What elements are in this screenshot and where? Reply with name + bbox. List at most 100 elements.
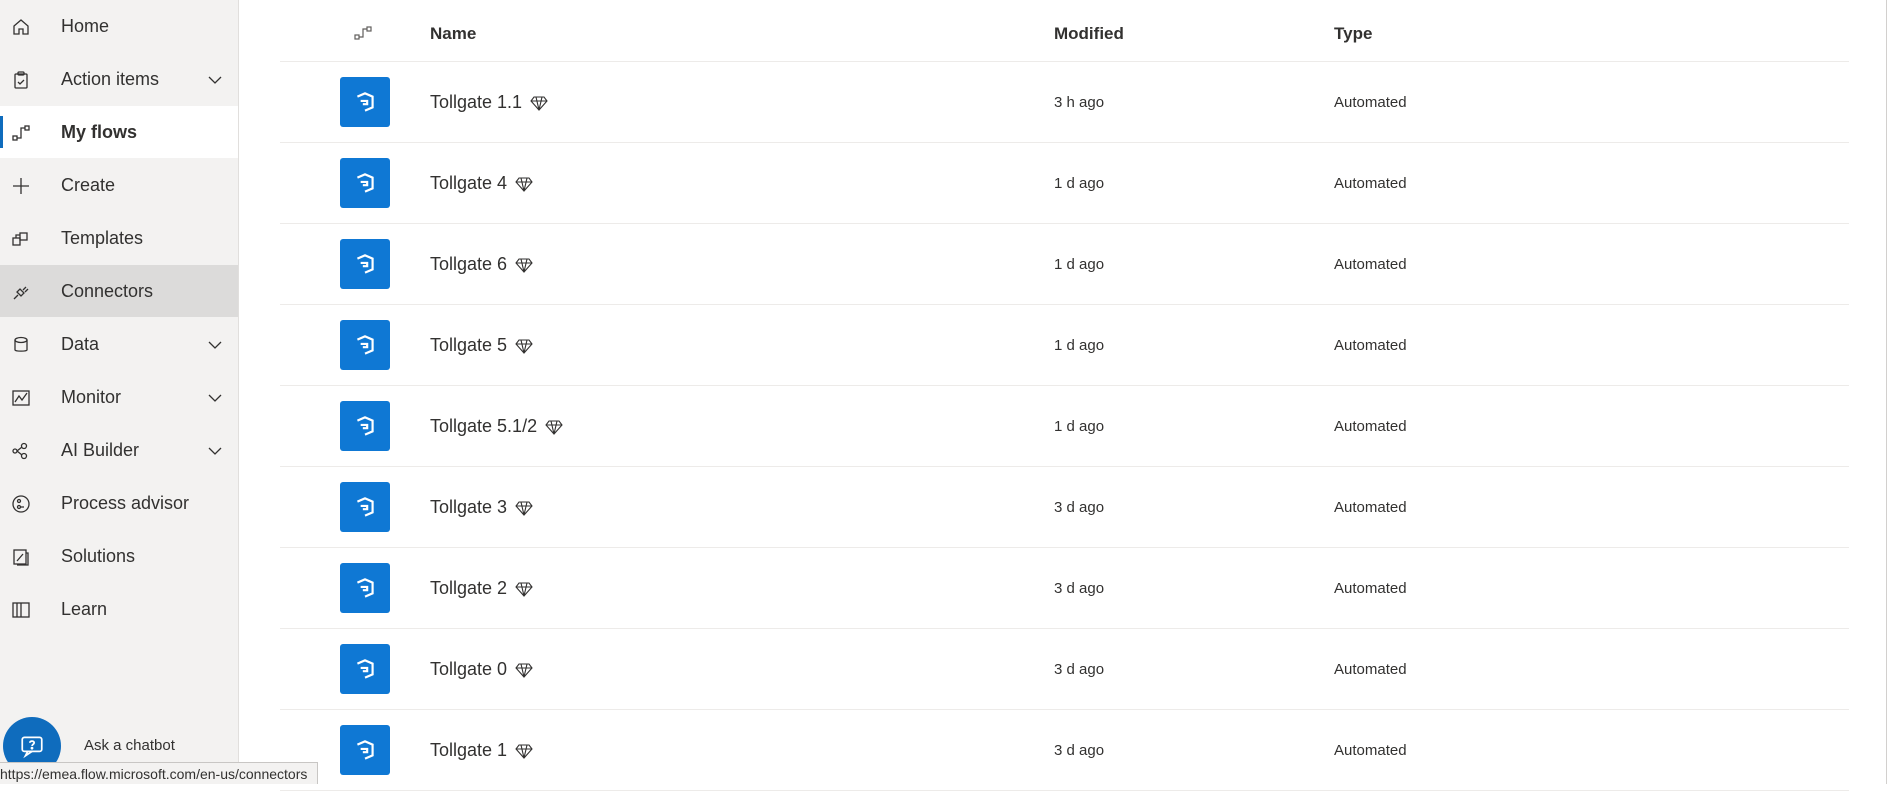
premium-icon bbox=[515, 500, 533, 516]
flow-name[interactable]: Tollgate 0 bbox=[430, 659, 507, 680]
flow-type: Automated bbox=[1334, 661, 1407, 678]
nav-item-ai-builder[interactable]: AI Builder bbox=[0, 424, 238, 476]
flow-name[interactable]: Tollgate 5 bbox=[430, 335, 507, 356]
premium-icon bbox=[515, 743, 533, 759]
flow-icon bbox=[10, 122, 32, 144]
chevron-down-icon[interactable] bbox=[206, 442, 224, 460]
flow-app-icon bbox=[340, 239, 390, 289]
nav-label: Solutions bbox=[61, 545, 136, 566]
nav-item-my-flows[interactable]: My flows bbox=[0, 106, 238, 158]
nav-label: Data bbox=[61, 333, 100, 354]
flow-name[interactable]: Tollgate 1 bbox=[430, 740, 507, 761]
table-row[interactable]: Tollgate 3 3 d ago Automated bbox=[280, 467, 1849, 548]
premium-icon bbox=[515, 338, 533, 354]
flow-name[interactable]: Tollgate 5.1/2 bbox=[430, 416, 537, 437]
flow-name[interactable]: Tollgate 3 bbox=[430, 497, 507, 518]
plus-icon bbox=[10, 175, 32, 197]
nav-label: Templates bbox=[61, 227, 144, 248]
flow-type: Automated bbox=[1334, 337, 1407, 354]
flow-modified: 3 d ago bbox=[1054, 742, 1105, 759]
flow-app-icon bbox=[340, 77, 390, 127]
nav-item-solutions[interactable]: Solutions bbox=[0, 530, 238, 582]
flow-modified: 1 d ago bbox=[1054, 175, 1105, 192]
nav-label: Monitor bbox=[61, 386, 122, 407]
flow-app-icon bbox=[340, 158, 390, 208]
flow-modified: 1 d ago bbox=[1054, 337, 1105, 354]
nav-item-action-items[interactable]: Action items bbox=[0, 53, 238, 105]
flow-name-cell[interactable]: Tollgate 4 bbox=[430, 173, 533, 194]
nav-item-process-advisor[interactable]: Process advisor bbox=[0, 477, 238, 529]
nav-label: Create bbox=[61, 174, 116, 195]
flow-name-cell[interactable]: Tollgate 1 bbox=[430, 740, 533, 761]
status-url: https://emea.flow.microsoft.com/en-us/co… bbox=[0, 762, 319, 784]
flow-name-cell[interactable]: Tollgate 0 bbox=[430, 659, 533, 680]
flow-type: Automated bbox=[1334, 742, 1407, 759]
flow-modified: 3 d ago bbox=[1054, 580, 1105, 597]
chevron-down-icon[interactable] bbox=[206, 336, 224, 354]
flow-name[interactable]: Tollgate 2 bbox=[430, 578, 507, 599]
premium-icon bbox=[515, 581, 533, 597]
flow-type: Automated bbox=[1334, 175, 1407, 192]
clipboard-icon bbox=[10, 69, 32, 91]
table-row[interactable]: Tollgate 5.1/2 1 d ago Automated bbox=[280, 386, 1849, 467]
plug-icon bbox=[10, 281, 32, 303]
nav-label: Connectors bbox=[61, 280, 154, 301]
nav-item-templates[interactable]: Templates bbox=[0, 212, 238, 264]
nav-item-home[interactable]: Home bbox=[0, 0, 238, 52]
flow-modified: 3 d ago bbox=[1054, 499, 1105, 516]
left-navigation: Home Action items My flows Create Templa… bbox=[0, 0, 239, 784]
home-icon bbox=[10, 16, 32, 38]
flow-name[interactable]: Tollgate 4 bbox=[430, 173, 507, 194]
flow-name-cell[interactable]: Tollgate 3 bbox=[430, 497, 533, 518]
table-row[interactable]: Tollgate 5 1 d ago Automated bbox=[280, 305, 1849, 386]
nav-label: Process advisor bbox=[61, 492, 190, 513]
flow-name-cell[interactable]: Tollgate 1.1 bbox=[430, 92, 548, 113]
nav-item-learn[interactable]: Learn bbox=[0, 583, 238, 635]
flow-name-cell[interactable]: Tollgate 5 bbox=[430, 335, 533, 356]
flow-name[interactable]: Tollgate 1.1 bbox=[430, 92, 522, 113]
nav-item-data[interactable]: Data bbox=[0, 318, 238, 370]
nav-item-monitor[interactable]: Monitor bbox=[0, 371, 238, 423]
process-advisor-icon bbox=[10, 493, 32, 515]
flow-type-icon bbox=[354, 26, 372, 40]
table-row[interactable]: Tollgate 2 3 d ago Automated bbox=[280, 548, 1849, 629]
solutions-icon bbox=[10, 546, 32, 568]
flow-app-icon bbox=[340, 644, 390, 694]
flow-app-icon bbox=[340, 320, 390, 370]
premium-icon bbox=[530, 95, 548, 111]
nav-item-connectors[interactable]: Connectors bbox=[0, 265, 238, 317]
flow-app-icon bbox=[340, 401, 390, 451]
table-row[interactable]: Tollgate 1.1 3 h ago Automated bbox=[280, 62, 1849, 143]
table-row[interactable]: Tollgate 6 1 d ago Automated bbox=[280, 224, 1849, 305]
flow-name[interactable]: Tollgate 6 bbox=[430, 254, 507, 275]
templates-icon bbox=[10, 228, 32, 250]
flow-app-icon bbox=[340, 725, 390, 775]
chatbot-label[interactable]: Ask a chatbot bbox=[84, 737, 175, 754]
chevron-down-icon[interactable] bbox=[206, 389, 224, 407]
table-row[interactable]: Tollgate 4 1 d ago Automated bbox=[280, 143, 1849, 224]
chat-icon bbox=[21, 736, 43, 759]
premium-icon bbox=[515, 662, 533, 678]
database-icon bbox=[10, 334, 32, 356]
flow-name-cell[interactable]: Tollgate 5.1/2 bbox=[430, 416, 563, 437]
ai-builder-icon bbox=[10, 440, 32, 462]
table-row[interactable]: Tollgate 0 3 d ago Automated bbox=[280, 629, 1849, 710]
column-header-name[interactable]: Name bbox=[430, 24, 476, 44]
flow-name-cell[interactable]: Tollgate 2 bbox=[430, 578, 533, 599]
nav-item-create[interactable]: Create bbox=[0, 159, 238, 211]
flow-type: Automated bbox=[1334, 94, 1407, 111]
column-header-type[interactable]: Type bbox=[1334, 24, 1372, 44]
column-header-modified[interactable]: Modified bbox=[1054, 24, 1124, 44]
nav-label: AI Builder bbox=[61, 439, 140, 460]
premium-icon bbox=[515, 176, 533, 192]
flow-modified: 3 d ago bbox=[1054, 661, 1105, 678]
flow-type: Automated bbox=[1334, 418, 1407, 435]
chevron-down-icon[interactable] bbox=[206, 71, 224, 89]
table-header: Name Modified Type bbox=[280, 0, 1849, 62]
scrollbar[interactable] bbox=[1886, 0, 1892, 784]
premium-icon bbox=[515, 257, 533, 273]
table-row[interactable]: Tollgate 1 3 d ago Automated bbox=[280, 710, 1849, 791]
chart-icon bbox=[10, 387, 32, 409]
flow-name-cell[interactable]: Tollgate 6 bbox=[430, 254, 533, 275]
nav-label: Action items bbox=[61, 68, 160, 89]
